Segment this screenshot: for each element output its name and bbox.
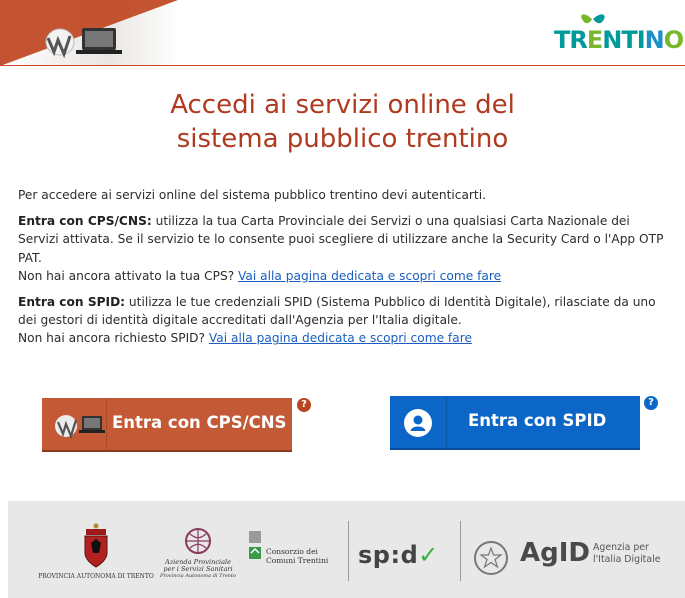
user-icon (404, 409, 432, 437)
spid-heading: Entra con SPID: (18, 295, 126, 310)
title-line-1: Accedi ai servizi online del (170, 90, 515, 120)
cps-description: Entra con CPS/CNS: utilizza la tua Carta… (18, 212, 668, 285)
consorzio-line-1: Consorzio dei (266, 547, 318, 556)
cps-question: Non hai ancora attivato la tua CPS? (18, 268, 235, 283)
apss-line-2: per i Servizi Sanitari (163, 565, 233, 573)
consorzio-comuni-logo[interactable]: Consorzio dei Comuni Trentini (246, 531, 336, 581)
spid-logo[interactable]: sp:d✓ (358, 541, 439, 569)
login-cps-button[interactable]: Entra con CPS/CNS (42, 398, 292, 452)
user-glyph-icon (410, 415, 426, 431)
pat-label: PROVINCIA AUTONOMA DI TRENTO (38, 573, 154, 580)
cps-info-link[interactable]: Vai alla pagina dedicata e scopri come f… (238, 269, 501, 283)
login-cps-label: Entra con CPS/CNS (112, 413, 287, 432)
agid-sub-line-2: l'Italia Digitale (593, 554, 661, 565)
login-spid-label: Entra con SPID (468, 411, 607, 430)
apss-line-3: Provincia Autonoma di Trento (159, 573, 237, 579)
login-spid-button[interactable]: Entra con SPID (390, 396, 640, 450)
cps-card-icon (55, 415, 105, 440)
spid-question: Non hai ancora richiesto SPID? (18, 331, 206, 346)
apss-logo[interactable]: Azienda Provinciale per i Servizi Sanita… (156, 525, 240, 585)
agid-sub-line-1: Agenzia per (593, 542, 649, 553)
spid-logo-prefix: sp (358, 541, 391, 569)
cps-heading: Entra con CPS/CNS: (18, 214, 152, 229)
cps-logo-icon (45, 28, 122, 59)
footer-divider-2 (460, 521, 461, 581)
brand-part-2: E (586, 26, 603, 54)
cps-button-divider (106, 398, 107, 450)
agid-subtitle: Agenzia per l'Italia Digitale (593, 542, 660, 566)
partners-footer: PROVINCIA AUTONOMA DI TRENTO Azienda Pro… (8, 501, 685, 598)
spid-check-icon: ✓ (418, 541, 439, 569)
spid-logo-dot: : (390, 541, 401, 569)
intro-text: Per accedere ai servizi online del siste… (18, 188, 486, 202)
intro-content: Per accedere ai servizi online del siste… (18, 186, 668, 356)
consorzio-mark-icon (249, 531, 261, 559)
trentino-wordmark: TRENTINO (554, 26, 684, 54)
apss-label: Azienda Provinciale per i Servizi Sanita… (156, 559, 240, 580)
spid-logo-d: d (400, 541, 419, 569)
consorzio-line-2: Comuni Trentini (266, 556, 329, 565)
spid-button-divider (446, 396, 447, 448)
pat-coat-of-arms-icon (84, 523, 108, 568)
italian-emblem-icon (474, 541, 508, 575)
trentino-logo[interactable]: TRENTINO (554, 10, 684, 56)
brand-part-1: TR (554, 26, 588, 54)
pat-logo[interactable]: PROVINCIA AUTONOMA DI TRENTO (38, 523, 154, 583)
page-header: TRENTINO (0, 0, 685, 70)
apss-globe-icon (185, 528, 211, 554)
brand-part-5: O (663, 26, 684, 54)
title-line-2: sistema pubblico trentino (176, 124, 509, 154)
brand-part-3: NTI (602, 26, 645, 54)
cps-help-icon[interactable]: ? (297, 398, 311, 412)
emblem-star-icon (479, 546, 503, 569)
footer-divider (348, 521, 349, 581)
brand-part-4: N (644, 26, 665, 54)
spid-help-icon[interactable]: ? (644, 396, 658, 410)
consorzio-label: Consorzio dei Comuni Trentini (266, 547, 328, 565)
spid-info-link[interactable]: Vai alla pagina dedicata e scopri come f… (209, 331, 472, 345)
agid-logo[interactable]: AgID (520, 538, 590, 568)
page-title: Accedi ai servizi online del sistema pub… (0, 88, 685, 156)
spid-description: Entra con SPID: utilizza le tue credenzi… (18, 293, 668, 348)
header-divider (0, 65, 685, 66)
